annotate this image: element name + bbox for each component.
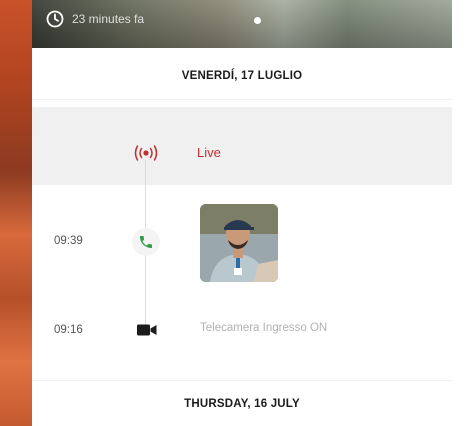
phone-icon <box>140 236 152 248</box>
background-photo-left <box>0 0 32 426</box>
video-camera-icon <box>137 324 157 336</box>
live-label[interactable]: Live <box>197 145 221 160</box>
call-event-marker <box>132 228 160 256</box>
event-time: 09:16 <box>54 324 83 336</box>
page-indicator-dot <box>254 17 261 24</box>
time-ago-label: 23 minutes fa <box>72 12 145 26</box>
day-header-label: VENERDÍ, 17 LUGLIO <box>181 70 303 82</box>
timeline-panel: 23 minutes fa VENERDÍ, 17 LUGLIO Live 09… <box>32 0 452 426</box>
event-time: 09:39 <box>54 235 83 247</box>
live-row[interactable] <box>32 107 452 185</box>
live-broadcast-icon <box>134 145 158 161</box>
day-header-thursday: THURSDAY, 16 JULY <box>32 380 452 426</box>
background-right <box>452 0 468 426</box>
visitor-photo <box>200 204 278 282</box>
event-label[interactable]: Telecamera Ingresso ON <box>200 322 327 334</box>
day-header-label: THURSDAY, 16 JULY <box>184 398 300 410</box>
day-header-friday: VENERDÍ, 17 LUGLIO <box>32 53 452 100</box>
visitor-snapshot-thumbnail[interactable] <box>200 204 278 282</box>
clock-icon <box>46 10 64 28</box>
camera-preview-strip[interactable]: 23 minutes fa <box>32 0 452 48</box>
